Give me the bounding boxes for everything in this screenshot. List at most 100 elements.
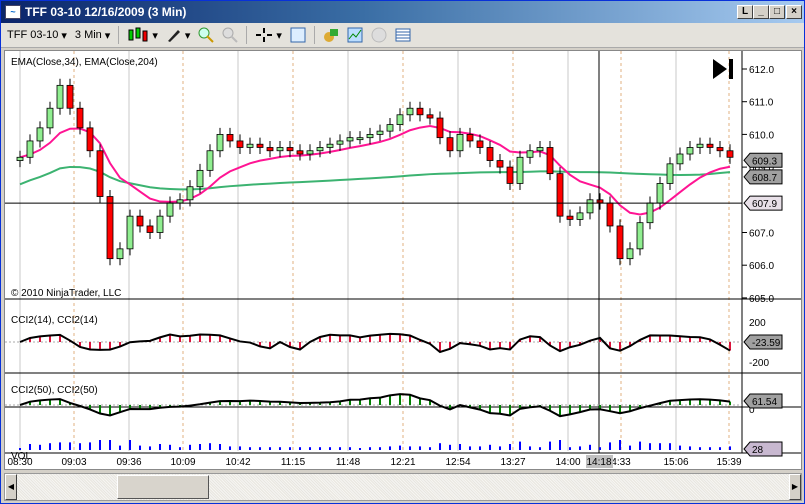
volume-bar	[69, 442, 71, 450]
candle	[376, 130, 384, 135]
scroll-right-button[interactable]: ▶	[789, 474, 801, 500]
volume-bar	[229, 446, 231, 450]
volume-bar	[549, 441, 551, 450]
cci14-last-marker: -23.59	[752, 338, 781, 349]
volume-last-marker: 28	[752, 445, 764, 456]
disc-icon[interactable]	[371, 27, 387, 43]
volume-bar	[479, 446, 481, 450]
candle	[36, 127, 44, 142]
volume-bar	[129, 440, 131, 450]
scroll-left-button[interactable]: ◀	[5, 474, 17, 500]
time-label: 15:39	[716, 457, 741, 468]
candle	[576, 212, 584, 220]
candle	[126, 215, 134, 250]
instrument-selector[interactable]: TFF 03-10 ▾	[7, 29, 67, 42]
volume-bar	[199, 444, 201, 450]
volume-bar	[239, 446, 241, 450]
volume-bar	[449, 444, 451, 450]
time-label: 12:54	[445, 457, 470, 468]
time-label: 4:33	[611, 457, 631, 468]
volume-bar	[409, 446, 411, 450]
candle	[86, 127, 94, 152]
volume-bar	[169, 444, 171, 450]
crosshair-icon[interactable]: ▾	[255, 27, 282, 43]
candle	[476, 140, 484, 148]
candle	[96, 150, 104, 197]
volume-bar	[589, 444, 591, 450]
volume-bar	[179, 447, 181, 450]
volume-bar	[139, 445, 141, 450]
title-bar[interactable]: ~ TFF 03-10 12/16/2009 (3 Min) L _ □ ×	[1, 1, 804, 23]
interval-selector[interactable]: 3 Min ▾	[75, 29, 110, 42]
volume-bar	[499, 446, 501, 450]
volume-bar	[349, 447, 351, 450]
minimize-button[interactable]: _	[753, 5, 769, 19]
scrollbar-thumb[interactable]	[117, 475, 209, 499]
copyright-text: © 2010 NinjaTrader, LLC	[11, 288, 121, 299]
volume-bar	[29, 444, 31, 450]
volume-bar	[719, 447, 721, 450]
candle	[236, 140, 244, 148]
volume-bar	[539, 447, 541, 450]
interval-label: 3 Min	[74, 29, 102, 41]
volume-bar	[279, 447, 281, 450]
cci14-panel-title: CCI2(14), CCI2(14)	[11, 315, 98, 326]
maximize-button[interactable]: □	[769, 5, 785, 19]
candle	[286, 147, 294, 152]
link-button[interactable]: L	[737, 5, 753, 19]
candle	[66, 84, 74, 109]
horizontal-scrollbar[interactable]: ◀ ▶	[4, 473, 802, 501]
volume-bar	[529, 446, 531, 450]
candle	[346, 137, 354, 142]
candlestick-icon[interactable]: ▾	[127, 27, 158, 43]
pencil-icon[interactable]: ▾	[166, 27, 190, 43]
volume-bar	[429, 447, 431, 450]
volume-bar	[269, 447, 271, 450]
zoom-in-icon[interactable]	[198, 27, 215, 43]
volume-bar	[699, 447, 701, 450]
chevron-down-icon: ▾	[104, 29, 111, 42]
candle	[656, 183, 664, 204]
candle	[666, 163, 674, 184]
strategy-icon[interactable]	[323, 27, 339, 43]
volume-bar	[39, 444, 41, 450]
volume-bar	[519, 441, 521, 450]
time-label: 14:00	[555, 457, 580, 468]
time-label: 08:30	[7, 457, 32, 468]
chart-icon[interactable]	[347, 27, 363, 43]
time-label: 09:36	[116, 457, 141, 468]
volume-bar	[119, 445, 121, 450]
candle	[386, 124, 394, 132]
toolbar: TFF 03-10 ▾ 3 Min ▾ ▾ ▾ ▾	[1, 23, 804, 48]
divider	[313, 26, 315, 44]
candle	[636, 222, 644, 250]
data-box-icon[interactable]	[395, 27, 411, 43]
candle	[516, 156, 524, 184]
close-button[interactable]: ×	[786, 5, 802, 19]
candle	[356, 137, 364, 141]
candle	[536, 147, 544, 152]
candle	[706, 143, 714, 148]
chart-canvas[interactable]: 612.0611.0610.0609.0607.0606.0605.0EMA(C…	[5, 51, 801, 469]
volume-bar	[639, 441, 641, 450]
candle	[436, 117, 444, 139]
candle	[166, 202, 174, 217]
cci50-last-marker: 61.54	[752, 397, 777, 408]
crosshair-time-label: 14:18	[586, 457, 611, 468]
chart-area[interactable]: 612.0 611.0 610.0 609.0 607.0 606.0 605.0 EMA(C…	[4, 50, 802, 470]
candle	[276, 147, 284, 152]
candle	[406, 107, 414, 116]
candle	[76, 107, 84, 129]
volume-bar	[679, 445, 681, 450]
cci14-line	[19, 332, 731, 354]
candle	[46, 107, 54, 129]
cci14-tick-label: -200	[749, 358, 769, 369]
volume-bar	[579, 446, 581, 450]
zoom-out-icon[interactable]	[222, 27, 239, 43]
candle	[306, 150, 314, 155]
candle	[56, 84, 64, 109]
candle	[16, 156, 24, 161]
time-label: 11:15	[281, 457, 306, 468]
chart-window: ~ TFF 03-10 12/16/2009 (3 Min) L _ □ × T…	[0, 0, 805, 504]
properties-icon[interactable]	[290, 27, 306, 43]
